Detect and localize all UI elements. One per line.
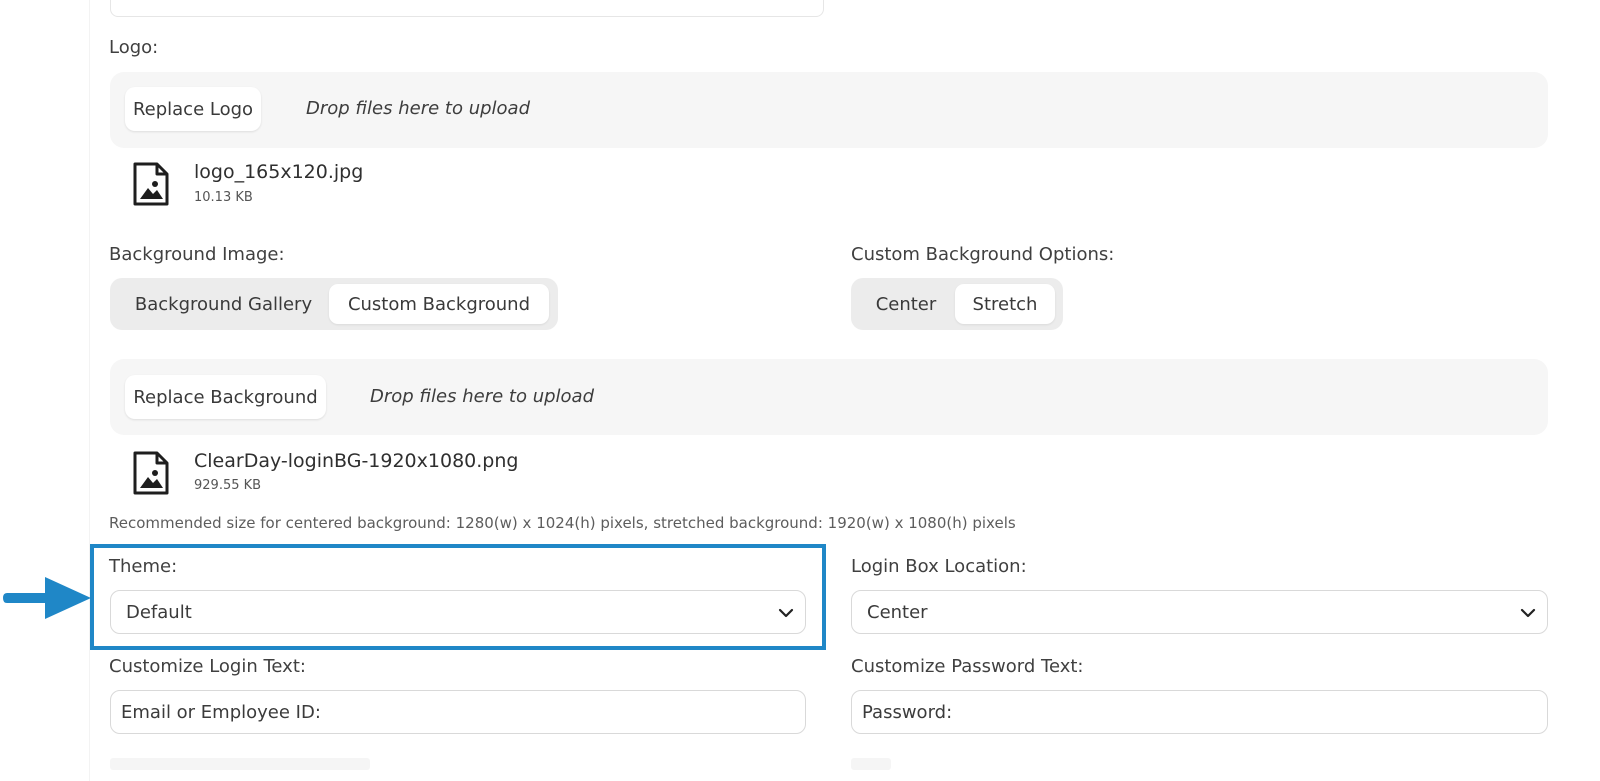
background-file-size: 929.55 KB [194,478,262,493]
login-settings-page: Logo: Replace Logo Drop files here to up… [0,0,1600,781]
customize-login-text-label: Customize Login Text: [109,656,306,677]
logo-dropzone[interactable]: Replace Logo Drop files here to upload [110,72,1548,148]
stretch-option[interactable]: Stretch [955,284,1055,324]
password-text-input[interactable]: Password: [851,690,1548,734]
logo-drop-hint: Drop files here to upload [306,98,530,119]
theme-highlight-box [90,544,826,650]
image-file-icon [133,162,169,206]
background-image-label: Background Image: [109,244,285,265]
previous-field [110,0,824,17]
chevron-down-icon [1520,608,1536,618]
center-option[interactable]: Center [857,284,955,324]
background-source-toggle: Background Gallery Custom Background [110,278,558,330]
logo-file-name: logo_165x120.jpg [194,161,364,183]
replace-logo-button[interactable]: Replace Logo [125,87,261,131]
customize-password-text-label: Customize Password Text: [851,656,1084,677]
login-box-location-value: Center [867,602,928,623]
arrow-right-icon [3,577,91,619]
login-text-input[interactable]: Email or Employee ID: [110,690,806,734]
login-box-location-label: Login Box Location: [851,556,1027,577]
next-field-label [851,758,891,770]
background-size-hint: Recommended size for centered background… [109,514,1016,532]
custom-background-option[interactable]: Custom Background [329,284,549,324]
login-box-location-select[interactable]: Center [851,590,1548,634]
custom-background-options-label: Custom Background Options: [851,244,1115,265]
logo-label: Logo: [109,37,159,58]
logo-file-size: 10.13 KB [194,190,253,205]
background-dropzone[interactable]: Replace Background Drop files here to up… [110,359,1548,435]
background-gallery-option[interactable]: Background Gallery [116,284,331,324]
background-file-name: ClearDay-loginBG-1920x1080.png [194,450,519,472]
background-drop-hint: Drop files here to upload [370,386,594,407]
replace-background-button[interactable]: Replace Background [125,375,326,419]
next-field-label [110,758,370,770]
image-file-icon [133,451,169,495]
background-fit-toggle: Center Stretch [851,278,1063,330]
left-divider [89,0,90,781]
